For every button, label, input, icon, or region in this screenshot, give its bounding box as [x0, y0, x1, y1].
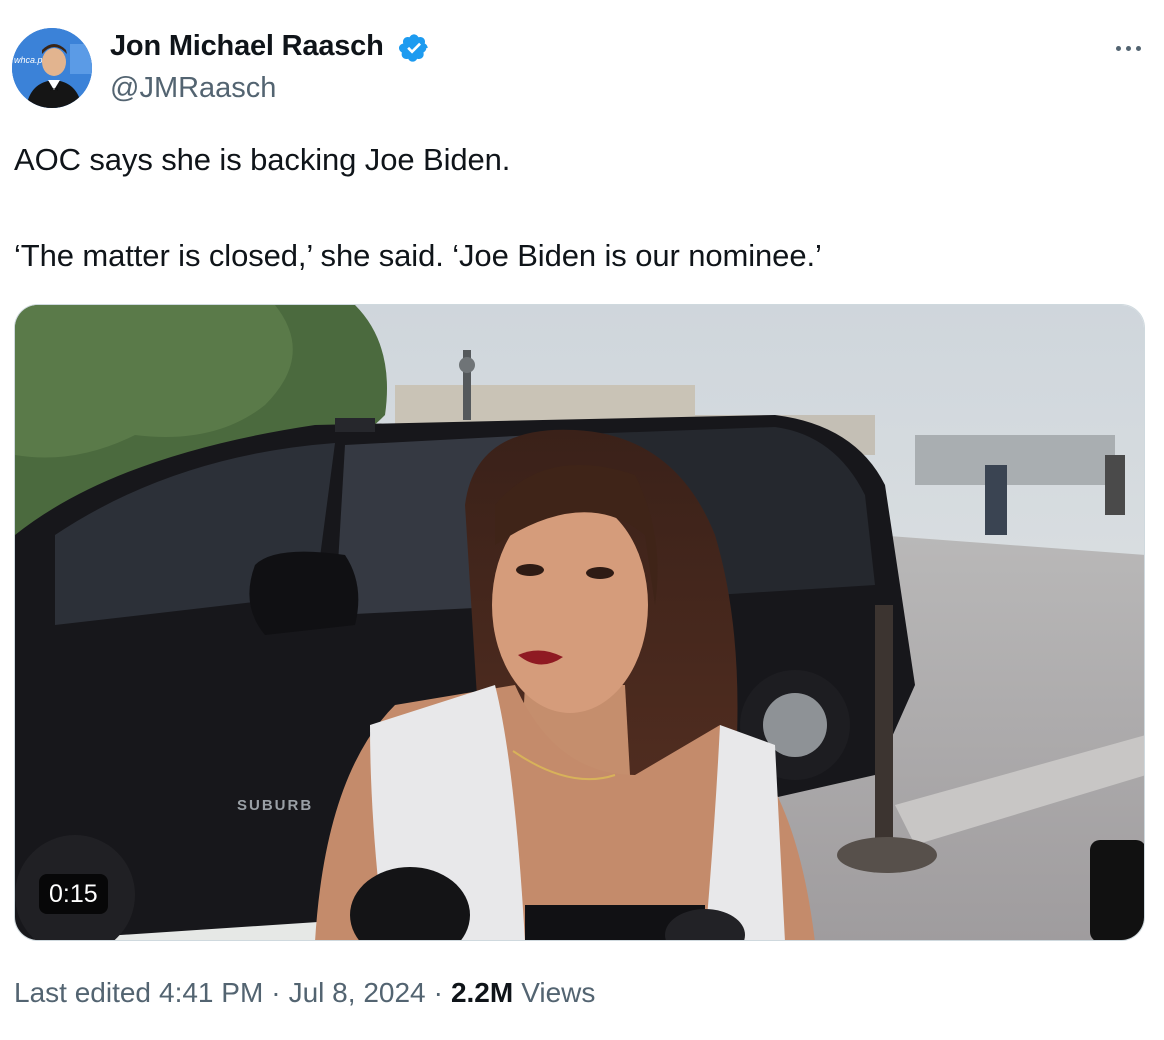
vehicle-badge-text: SUBURB — [237, 797, 313, 814]
more-options-icon[interactable] — [1106, 30, 1150, 66]
tweet-text-line-2: ‘The matter is closed,’ she said. ‘Joe B… — [14, 238, 822, 273]
edited-label[interactable]: Last edited — [14, 977, 151, 1009]
tweet-text-line-1: AOC says she is backing Joe Biden. — [14, 142, 511, 177]
separator-dot-2: · — [433, 977, 443, 1008]
avatar-badge-text: whca.pr — [14, 55, 47, 65]
video-frame: SUBURB — [15, 305, 1144, 940]
views-count: 2.2M — [450, 977, 514, 1008]
views-label: Views — [521, 977, 596, 1008]
tweet-metadata: Last edited 4:41 PM · Jul 8, 2024 · 2.2M… — [14, 977, 595, 1009]
video-duration-badge: 0:15 — [39, 874, 108, 914]
author-avatar[interactable]: whca.pr — [12, 28, 92, 108]
video-player[interactable]: SUBURB 0:15 — [14, 304, 1145, 941]
author-name[interactable]: Jon Michael Raasch — [110, 30, 384, 63]
tweet-date[interactable]: Jul 8, 2024 — [289, 977, 426, 1009]
author-handle[interactable]: @JMRaasch — [110, 72, 276, 105]
tweet-time[interactable]: 4:41 PM — [159, 977, 263, 1009]
separator-dot: · — [271, 977, 281, 1008]
verified-badge-icon — [398, 32, 430, 64]
tweet-card: whca.pr Jon Michael Raasch @JMRaasch AOC… — [0, 0, 1164, 1040]
